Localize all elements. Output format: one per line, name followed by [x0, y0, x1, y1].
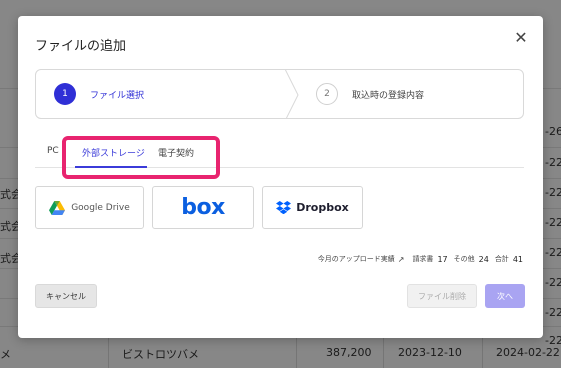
step-number: 1	[54, 83, 76, 105]
close-icon[interactable]: ✕	[513, 30, 529, 46]
stepper: 1 ファイル選択 2 取込時の登録内容	[35, 69, 524, 119]
total-label: 合計	[494, 255, 509, 263]
external-link-icon[interactable]: ↗	[398, 255, 405, 264]
box-logo: box	[181, 195, 225, 220]
dropbox-button[interactable]: Dropbox	[262, 186, 363, 229]
next-button[interactable]: 次へ	[485, 284, 525, 308]
cancel-button[interactable]: キャンセル	[35, 284, 97, 308]
google-drive-button[interactable]: Google Drive	[35, 186, 144, 229]
step-label: 取込時の登録内容	[352, 90, 425, 101]
add-file-dialog: ファイルの追加 ✕ 1 ファイル選択 2 取込時の登録内容 PC 外部ストレージ…	[18, 16, 543, 338]
dropbox-label: Dropbox	[296, 201, 349, 214]
tab-external-storage[interactable]: 外部ストレージ	[82, 146, 145, 159]
step-registration-details: 2 取込時の登録内容	[286, 70, 523, 118]
step-file-select: 1 ファイル選択	[36, 70, 286, 118]
upload-stats: 今月のアップロード実績 ↗ 請求書 17 その他 24 合計 41	[318, 254, 523, 264]
active-tab-indicator	[75, 166, 147, 168]
total-count: 41	[512, 254, 523, 264]
dropbox-icon	[276, 201, 292, 214]
google-drive-icon	[49, 200, 66, 215]
tab-electronic-contract[interactable]: 電子契約	[158, 146, 194, 159]
step-label: ファイル選択	[90, 90, 145, 101]
invoice-count: 17	[437, 254, 448, 264]
box-button[interactable]: box	[152, 186, 254, 229]
google-drive-label: Google Drive	[71, 202, 130, 213]
tab-pc[interactable]: PC	[47, 146, 59, 156]
dialog-title: ファイルの追加	[35, 39, 127, 54]
step-number: 2	[316, 83, 338, 105]
monthly-upload-link[interactable]: 今月のアップロード実績	[318, 254, 395, 264]
other-label: その他	[453, 255, 475, 263]
delete-file-button[interactable]: ファイル削除	[407, 284, 477, 308]
invoice-label: 請求書	[412, 255, 434, 263]
source-tabs: PC 外部ストレージ 電子契約	[35, 140, 524, 168]
other-count: 24	[478, 254, 489, 264]
